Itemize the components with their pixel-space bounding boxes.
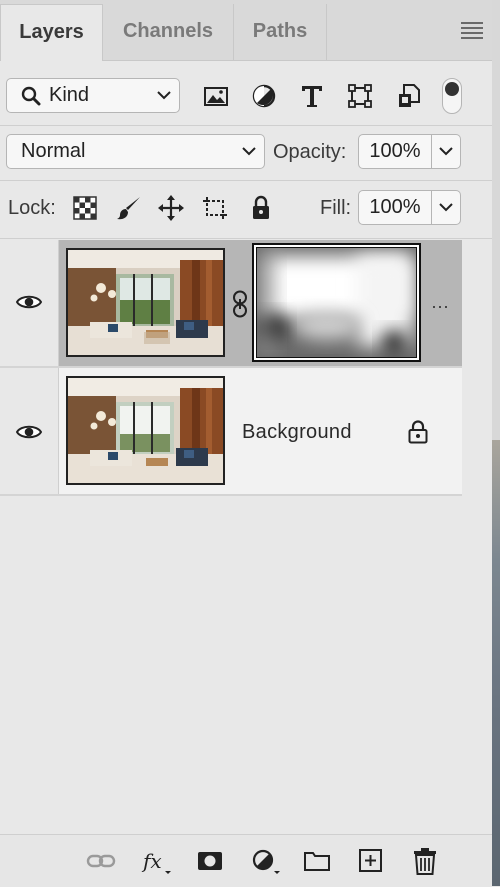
- tab-channels[interactable]: Channels: [103, 4, 233, 60]
- chevron-down-icon: [157, 91, 171, 100]
- adjustment-filter-icon[interactable]: [250, 82, 278, 110]
- lock-label: Lock:: [8, 197, 56, 219]
- tab-layers[interactable]: Layers: [0, 4, 103, 61]
- layer-mask-thumbnail[interactable]: [252, 243, 421, 362]
- canvas-edge: [492, 0, 500, 886]
- layer-thumbnail[interactable]: [66, 248, 225, 357]
- chevron-down-icon: [439, 203, 453, 212]
- lock-transparent-pixels-icon[interactable]: [72, 195, 98, 221]
- filter-kind-select[interactable]: Kind: [6, 78, 180, 113]
- layer-more-icon[interactable]: ···: [431, 296, 449, 317]
- panel-menu-icon[interactable]: [461, 22, 483, 39]
- fill-input[interactable]: 100%: [358, 190, 432, 225]
- search-icon: [21, 86, 41, 106]
- layer-name[interactable]: Background: [242, 421, 352, 444]
- tab-paths[interactable]: Paths: [234, 4, 326, 60]
- opacity-input[interactable]: 100%: [358, 134, 432, 169]
- opacity-dropdown[interactable]: [432, 134, 461, 169]
- svg-text:fx: fx: [141, 849, 162, 873]
- layer-row[interactable]: Background: [0, 368, 462, 494]
- lock-position-icon[interactable]: [158, 195, 184, 221]
- link-layers-icon[interactable]: [86, 847, 116, 875]
- layers-bottom-toolbar: fx: [0, 834, 492, 887]
- room-photo: [68, 250, 223, 355]
- fill-dropdown[interactable]: [432, 190, 461, 225]
- layer-row[interactable]: ···: [0, 240, 462, 366]
- filter-kind-label: Kind: [49, 84, 90, 106]
- new-fill-adjustment-icon[interactable]: [250, 847, 280, 875]
- mask-preview: [256, 247, 417, 358]
- chevron-down-icon: [439, 147, 453, 156]
- new-group-icon[interactable]: [302, 847, 332, 875]
- eye-icon: [16, 425, 42, 439]
- layer-visibility-toggle[interactable]: [0, 368, 59, 494]
- lock-image-pixels-icon[interactable]: [116, 195, 142, 221]
- panel-tab-bar: Layers Channels Paths: [0, 0, 492, 61]
- fill-label: Fill:: [320, 197, 352, 219]
- mask-link-icon[interactable]: [231, 290, 249, 318]
- layer-lock-icon[interactable]: [407, 420, 429, 444]
- image-filter-icon[interactable]: [202, 82, 230, 110]
- eye-icon: [16, 295, 42, 309]
- shape-filter-icon[interactable]: [346, 82, 374, 110]
- smart-object-filter-icon[interactable]: [395, 82, 423, 110]
- delete-layer-icon[interactable]: [410, 847, 440, 875]
- blend-mode-select[interactable]: Normal: [6, 134, 265, 169]
- layer-thumbnail[interactable]: [66, 376, 225, 485]
- layers-panel: Layers Channels Paths Kind Normal Opacit…: [0, 0, 492, 887]
- filter-toggle[interactable]: [442, 78, 462, 114]
- lock-artboard-icon[interactable]: [202, 195, 228, 221]
- opacity-label: Opacity:: [273, 141, 347, 163]
- lock-all-icon[interactable]: [248, 195, 274, 221]
- add-mask-icon[interactable]: [195, 847, 225, 875]
- layer-visibility-toggle[interactable]: [0, 240, 59, 366]
- room-photo: [68, 378, 223, 483]
- blend-mode-label: Normal: [21, 140, 86, 162]
- fx-icon[interactable]: fx: [141, 847, 171, 875]
- type-filter-icon[interactable]: [298, 82, 326, 110]
- new-layer-icon[interactable]: [356, 847, 386, 875]
- chevron-down-icon: [242, 147, 256, 156]
